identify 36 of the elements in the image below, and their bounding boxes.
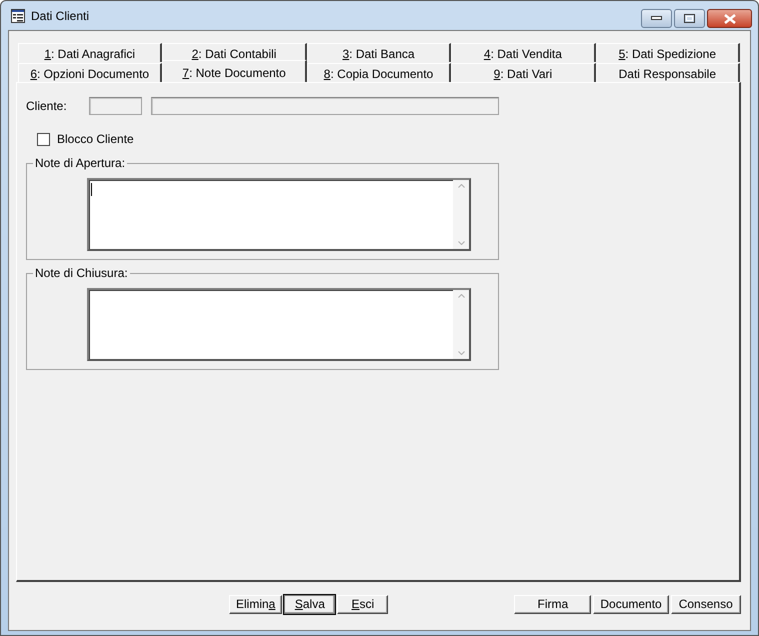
group-label: Note di Apertura: <box>33 156 128 170</box>
minimize-button[interactable] <box>641 9 672 28</box>
tab[interactable]: 8: Copia Documento <box>306 63 452 82</box>
tab[interactable]: 6: Opzioni Documento <box>18 63 162 82</box>
tab[interactable]: Dati Responsabile <box>596 63 740 82</box>
tab[interactable]: 4: Dati Vendita <box>451 43 596 62</box>
scroll-down-icon <box>458 241 464 245</box>
scroll-up-icon <box>458 184 464 188</box>
window-title: Dati Clienti <box>31 8 90 22</box>
button[interactable]: Salva <box>284 594 336 614</box>
tab[interactable]: 1: Dati Anagrafici <box>18 43 162 62</box>
text-area[interactable] <box>87 178 471 251</box>
button[interactable]: Esci <box>337 594 388 614</box>
checkbox-label: Blocco Cliente <box>57 132 134 146</box>
tab[interactable]: 3: Dati Banca <box>306 43 452 62</box>
scroll-up-icon <box>458 294 464 298</box>
group-label: Note di Chiusura: <box>33 266 130 280</box>
tab[interactable]: 5: Dati Spedizione <box>596 43 740 62</box>
maximize-button[interactable] <box>674 9 705 28</box>
button[interactable]: Documento <box>593 594 669 614</box>
client-name-field[interactable] <box>151 97 499 115</box>
button[interactable]: Firma <box>514 594 592 614</box>
close-button[interactable] <box>707 9 752 28</box>
maximize-icon <box>684 14 695 23</box>
client-code-field[interactable] <box>89 97 142 115</box>
button[interactable]: Consenso <box>670 594 741 614</box>
scroll-down-icon <box>458 351 464 355</box>
close-icon <box>724 14 736 24</box>
tab[interactable]: 9: Dati Vari <box>451 63 596 82</box>
field-label: Cliente: <box>26 99 68 113</box>
form-icon <box>10 8 26 24</box>
button[interactable]: Elimina <box>229 594 282 614</box>
text-area[interactable] <box>87 288 471 361</box>
tab[interactable]: 7: Note Documento <box>162 60 307 82</box>
checkbox[interactable] <box>37 132 50 146</box>
minimize-icon <box>651 16 662 21</box>
